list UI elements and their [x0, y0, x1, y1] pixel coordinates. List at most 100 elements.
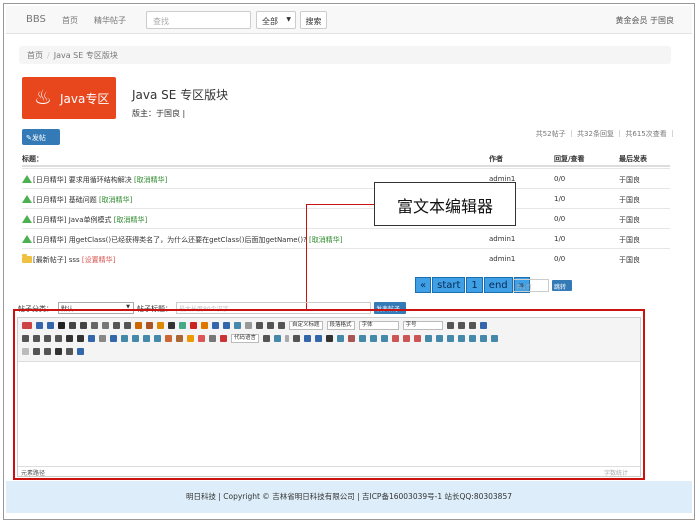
underline-icon[interactable] — [80, 322, 87, 329]
anchor-icon[interactable] — [110, 335, 117, 342]
custom-title-select[interactable]: 自定义标题 — [289, 321, 323, 330]
search-button[interactable]: 搜索 — [300, 11, 327, 29]
undo-icon[interactable] — [36, 322, 43, 329]
emotion-icon[interactable] — [187, 335, 194, 342]
attachment-icon[interactable] — [209, 335, 216, 342]
search-scope-select[interactable]: 全部 ▼ — [256, 11, 296, 29]
merge-right-icon[interactable] — [447, 335, 455, 342]
uppercase-icon[interactable] — [66, 335, 73, 342]
user-info[interactable]: 黄金会员 于国良 — [615, 15, 674, 26]
row-title-link[interactable]: 基础问题 — [69, 196, 97, 204]
print-icon[interactable] — [33, 348, 40, 355]
insert-image-icon[interactable] — [165, 335, 172, 342]
delete-row-icon[interactable] — [403, 335, 411, 342]
print-preview-icon[interactable] — [348, 335, 356, 342]
format-match-icon[interactable] — [146, 322, 153, 329]
image-none-icon[interactable] — [121, 335, 128, 342]
pagebreak-icon[interactable] — [66, 348, 73, 355]
select-all-icon[interactable] — [234, 322, 241, 329]
font-border-icon[interactable] — [91, 322, 98, 329]
pager-page-button[interactable]: 1 — [466, 277, 483, 293]
background-icon[interactable] — [274, 335, 282, 342]
split-cells-icon[interactable] — [469, 335, 477, 342]
insert-col-icon[interactable] — [414, 335, 422, 342]
breadcrumb-home[interactable]: 首页 — [27, 51, 43, 60]
image-left-icon[interactable] — [132, 335, 139, 342]
fullscreen-icon[interactable] — [479, 322, 487, 329]
new-post-button[interactable]: ✎发帖 — [22, 129, 60, 145]
font-family-select[interactable]: 字体 — [358, 321, 399, 330]
split-rows-icon[interactable] — [480, 335, 488, 342]
delete-col-icon[interactable] — [425, 335, 433, 342]
editor-content-area[interactable] — [18, 362, 640, 466]
ordered-list-icon[interactable] — [212, 322, 219, 329]
image-right-icon[interactable] — [143, 335, 150, 342]
row-action-link[interactable]: [取消精华] — [99, 196, 132, 204]
row-title-link[interactable]: Java单例模式 — [69, 216, 112, 224]
row-action-link[interactable]: [取消精华] — [134, 176, 167, 184]
delete-table-icon[interactable] — [370, 335, 378, 342]
help-icon[interactable] — [77, 348, 84, 355]
merge-down-icon[interactable] — [458, 335, 466, 342]
background-color-icon[interactable] — [201, 322, 208, 329]
pager-start-button[interactable]: start — [432, 277, 466, 293]
search-input[interactable]: 查找 — [146, 11, 251, 29]
blockquote-icon[interactable] — [168, 322, 175, 329]
nav-featured-link[interactable]: 精华帖子 — [94, 15, 126, 26]
font-size-select[interactable]: 字号 — [402, 321, 443, 330]
rtl-icon[interactable] — [457, 322, 465, 329]
paragraph-select[interactable]: 段落格式 — [326, 321, 355, 330]
horizontal-rule-icon[interactable] — [293, 335, 301, 342]
row-title-link[interactable]: sss — [69, 256, 80, 264]
preview-icon[interactable] — [44, 348, 51, 355]
pager-prev-button[interactable]: « — [415, 277, 432, 293]
row-action-link[interactable]: [取消精华] — [309, 236, 342, 244]
merge-cells-icon[interactable] — [436, 335, 444, 342]
subscript-icon[interactable] — [124, 322, 131, 329]
remove-format-icon[interactable] — [135, 322, 142, 329]
pager-end-button[interactable]: end — [483, 277, 513, 293]
nav-home-link[interactable]: 首页 — [62, 15, 78, 26]
strikethrough-icon[interactable] — [102, 322, 109, 329]
drafts-icon[interactable] — [55, 348, 62, 355]
lowercase-icon[interactable] — [77, 335, 84, 342]
row-title-link[interactable]: 要求用循环结构解决 — [69, 176, 132, 184]
split-cols-icon[interactable] — [491, 335, 499, 342]
ltr-icon[interactable] — [446, 322, 454, 329]
charts-icon[interactable] — [22, 348, 29, 355]
clear-doc-icon[interactable] — [245, 322, 252, 329]
search-replace-icon[interactable] — [337, 335, 345, 342]
template-icon[interactable] — [263, 335, 271, 342]
map-icon[interactable] — [220, 335, 227, 342]
italic-icon[interactable] — [69, 322, 76, 329]
multi-image-icon[interactable] — [176, 335, 183, 342]
row-action-link[interactable]: [设置精华] — [82, 256, 115, 264]
date-icon[interactable] — [304, 335, 312, 342]
unlink-icon[interactable] — [99, 335, 106, 342]
paste-plain-icon[interactable] — [179, 322, 186, 329]
row-spacing-top-icon[interactable] — [256, 322, 263, 329]
unordered-list-icon[interactable] — [223, 322, 230, 329]
page-number-input[interactable]: 共1页 — [513, 279, 549, 292]
auto-typeset-icon[interactable] — [157, 322, 164, 329]
page-jump-button[interactable]: 跳转 — [552, 280, 572, 291]
row-action-link[interactable]: [取消精华] — [114, 216, 147, 224]
font-color-icon[interactable] — [190, 322, 197, 329]
row-title-link[interactable]: 用getClass()已经获得类名了，为什么还要在getClass()后面加ge… — [69, 236, 307, 244]
link-icon[interactable] — [88, 335, 95, 342]
insert-row-icon[interactable] — [392, 335, 400, 342]
row-spacing-bottom-icon[interactable] — [267, 322, 274, 329]
image-center-icon[interactable] — [154, 335, 161, 342]
insert-paragraph-icon[interactable] — [381, 335, 389, 342]
redo-icon[interactable] — [47, 322, 54, 329]
bold-icon[interactable] — [58, 322, 65, 329]
time-icon[interactable] — [315, 335, 323, 342]
align-right-icon[interactable] — [44, 335, 51, 342]
insert-table-icon[interactable] — [359, 335, 367, 342]
code-language-select[interactable]: 代码语言 — [231, 334, 260, 343]
indent-icon[interactable] — [468, 322, 476, 329]
scrawl-icon[interactable] — [198, 335, 205, 342]
align-justify-icon[interactable] — [55, 335, 62, 342]
special-chars-icon[interactable] — [326, 335, 334, 342]
html-source-icon[interactable] — [22, 322, 32, 329]
